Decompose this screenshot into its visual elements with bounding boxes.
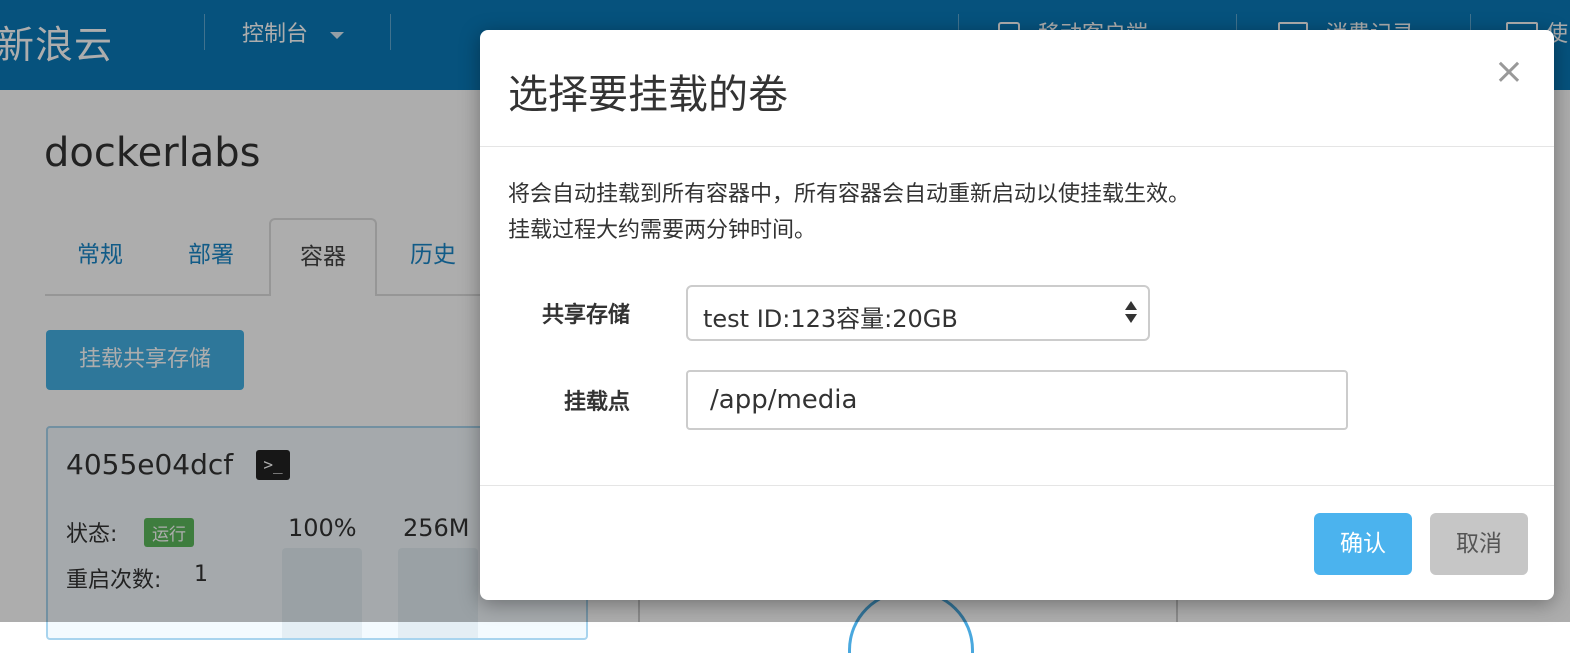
description-line: 挂载过程大约需要两分钟时间。: [508, 218, 817, 243]
dialog-description: 将会自动挂载到所有容器中，所有容器会自动重新启动以使挂载生效。 挂载过程大约需要…: [508, 177, 1190, 249]
shared-storage-label: 共享存储: [541, 303, 630, 328]
cancel-button[interactable]: 取消: [1430, 513, 1528, 575]
mount-volume-dialog: 选择要挂载的卷 × 将会自动挂载到所有容器中，所有容器会自动重新启动以使挂载生效…: [480, 30, 1554, 600]
select-arrows-icon: [1124, 299, 1138, 323]
shared-storage-select[interactable]: test ID:123容量:20GB: [686, 285, 1150, 341]
mount-point-label: 挂载点: [563, 390, 630, 415]
dialog-body: 将会自动挂载到所有容器中，所有容器会自动重新启动以使挂载生效。 挂载过程大约需要…: [480, 147, 1554, 485]
close-icon[interactable]: ×: [1492, 52, 1526, 92]
dialog-footer: 确认 取消: [480, 485, 1554, 601]
mount-point-input[interactable]: [686, 370, 1348, 430]
shared-storage-selected-value: test ID:123容量:20GB: [703, 305, 958, 333]
description-line: 将会自动挂载到所有容器中，所有容器会自动重新启动以使挂载生效。: [508, 182, 1191, 207]
dialog-title: 选择要挂载的卷: [508, 72, 788, 118]
dialog-header: 选择要挂载的卷 ×: [480, 30, 1554, 147]
confirm-button[interactable]: 确认: [1314, 513, 1412, 575]
